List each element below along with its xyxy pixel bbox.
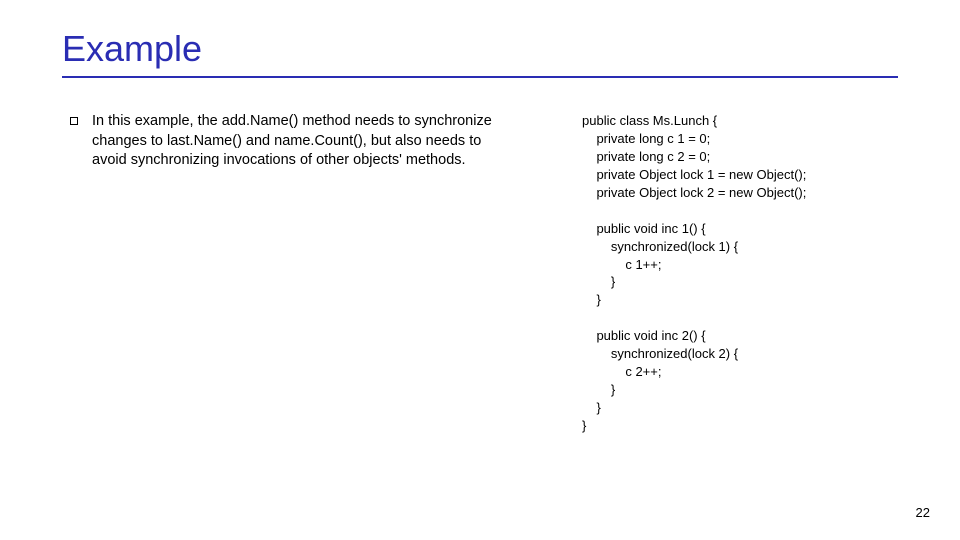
code-block: public class Ms.Lunch { private long c 1… bbox=[582, 112, 912, 435]
page-number: 22 bbox=[916, 505, 930, 520]
bullet-text: In this example, the add.Name() method n… bbox=[92, 112, 510, 171]
slide-title: Example bbox=[62, 28, 202, 70]
bullet-item: In this example, the add.Name() method n… bbox=[70, 112, 510, 171]
square-bullet-icon bbox=[70, 117, 78, 125]
left-column: In this example, the add.Name() method n… bbox=[70, 112, 510, 171]
title-underline bbox=[62, 76, 898, 78]
